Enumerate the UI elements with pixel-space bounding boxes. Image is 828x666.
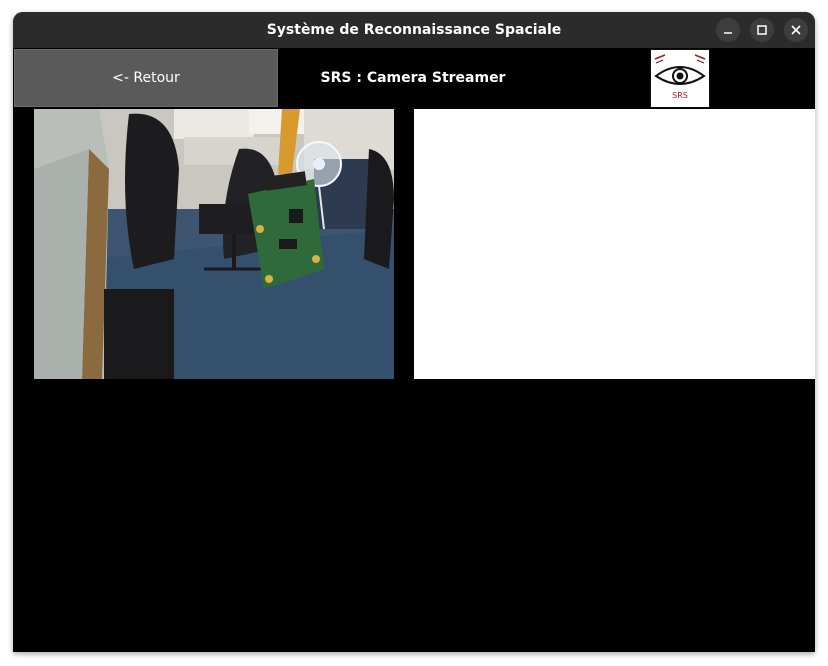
camera-frame-image — [34, 109, 394, 379]
minimize-icon — [724, 32, 732, 34]
back-button[interactable]: <- Retour — [14, 49, 278, 107]
maximize-button[interactable] — [750, 18, 774, 42]
app-window: Système de Reconnaissance Spaciale <- Re… — [13, 12, 815, 652]
result-panel — [414, 109, 815, 379]
maximize-icon — [757, 25, 767, 35]
logo-text: SRS — [672, 91, 688, 100]
close-icon — [791, 25, 801, 35]
eye-logo-icon — [654, 54, 706, 85]
title-bar[interactable]: Système de Reconnaissance Spaciale — [13, 12, 815, 48]
toolbar: <- Retour SRS : Camera Streamer SRS — [13, 48, 815, 108]
srs-logo: SRS — [650, 49, 710, 108]
app-heading: SRS : Camera Streamer — [320, 70, 506, 86]
minimize-button[interactable] — [716, 18, 740, 42]
close-button[interactable] — [784, 18, 808, 42]
window-title: Système de Reconnaissance Spaciale — [266, 22, 562, 38]
camera-feed — [34, 109, 394, 379]
